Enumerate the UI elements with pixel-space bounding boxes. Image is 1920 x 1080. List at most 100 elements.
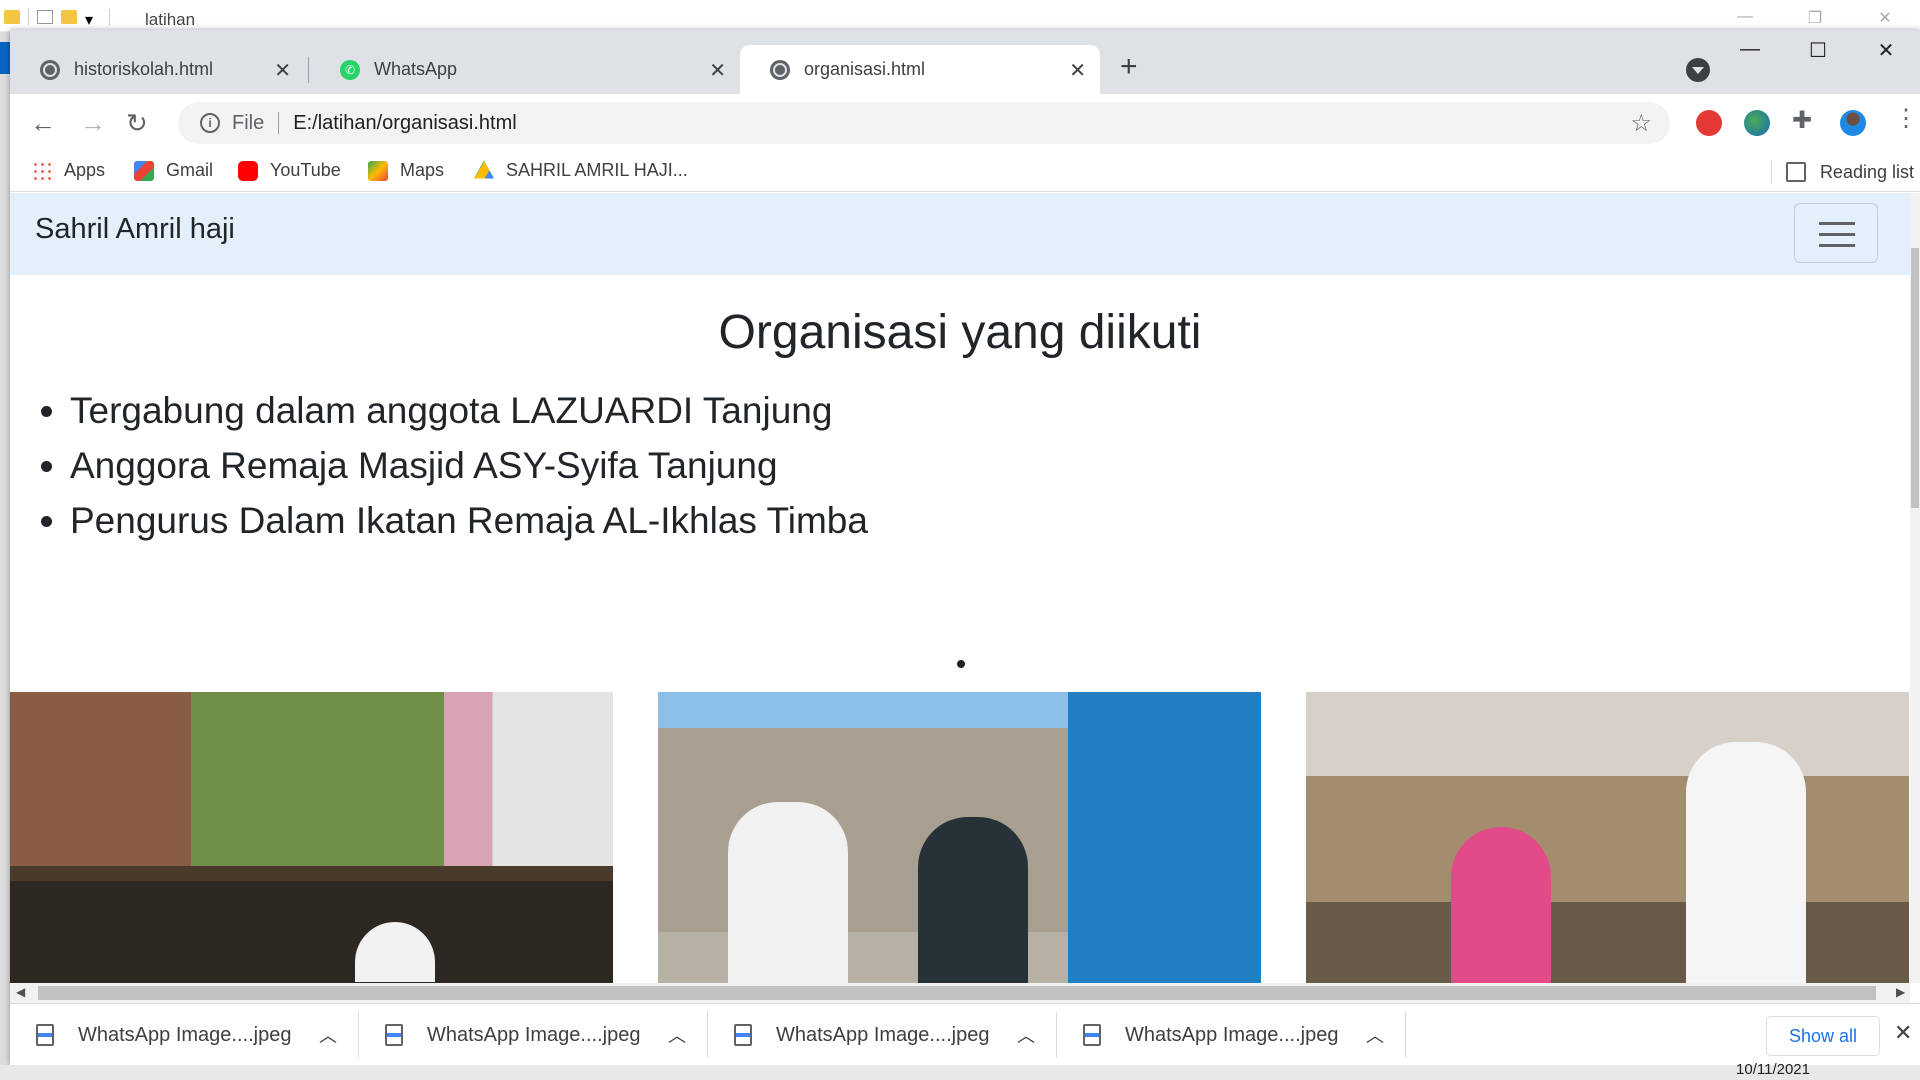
download-item[interactable]: WhatsApp Image....jpeg ︿	[708, 1004, 1057, 1066]
explorer-left-edge	[0, 32, 10, 1080]
adblock-extension-icon[interactable]	[1696, 110, 1722, 136]
apps-grid-icon	[32, 160, 52, 181]
image-file-icon	[385, 1024, 403, 1046]
maximize-button[interactable]: ☐	[1784, 38, 1852, 63]
reading-list-button[interactable]: Reading list	[1770, 160, 1914, 184]
close-icon[interactable]: ✕	[1894, 1020, 1912, 1046]
bookmark-label: Gmail	[166, 160, 214, 180]
chevron-up-icon[interactable]: ︿	[319, 1022, 337, 1048]
download-filename: WhatsApp Image....jpeg	[1125, 1023, 1339, 1046]
globe-icon	[770, 59, 790, 80]
explorer-titlebar: ▾ latihan — ❐ ✕	[0, 0, 1920, 32]
close-tab-icon[interactable]: ✕	[274, 58, 291, 83]
chevron-up-icon[interactable]: ︿	[1366, 1022, 1384, 1048]
horizontal-scrollbar[interactable]: ◀ ▶	[10, 983, 1910, 1003]
carousel-photo-1	[10, 692, 613, 983]
tab-title: WhatsApp	[374, 59, 458, 79]
list-item: Pengurus Dalam Ikatan Remaja AL-Ikhlas T…	[70, 493, 868, 548]
site-info-icon[interactable]: i	[200, 113, 220, 133]
download-item[interactable]: WhatsApp Image....jpeg ︿	[1057, 1004, 1406, 1066]
reading-list-icon	[1785, 162, 1806, 182]
youtube-icon	[238, 160, 258, 181]
page-heading: Organisasi yang diikuti	[718, 306, 1202, 359]
new-tab-button[interactable]: +	[1120, 50, 1138, 84]
bookmark-label: SAHRIL AMRIL HAJI...	[506, 160, 688, 180]
close-window-button[interactable]: ✕	[1852, 38, 1920, 63]
bookmark-maps[interactable]: Maps	[368, 160, 444, 181]
folder-icon[interactable]	[4, 10, 20, 24]
minimize-button[interactable]: —	[1716, 38, 1784, 63]
earth-extension-icon[interactable]	[1744, 110, 1770, 136]
back-arrow-icon[interactable]: ←	[30, 108, 56, 139]
profile-avatar[interactable]	[1840, 110, 1866, 136]
close-icon[interactable]: ✕	[1850, 8, 1920, 28]
address-bar[interactable]: i File E:/latihan/organisasi.html ☆	[178, 102, 1670, 144]
bookmark-star-icon[interactable]: ☆	[1630, 109, 1652, 138]
chevron-up-icon[interactable]: ︿	[668, 1022, 686, 1048]
tab-divider	[308, 57, 309, 83]
globe-icon	[40, 59, 60, 80]
chevron-up-icon[interactable]: ︿	[1017, 1022, 1035, 1048]
kebab-menu-icon[interactable]: ⋮	[1894, 104, 1920, 132]
reload-icon[interactable]: ↻	[126, 108, 148, 139]
download-item[interactable]: WhatsApp Image....jpeg ︿	[359, 1004, 708, 1066]
download-item[interactable]: WhatsApp Image....jpeg ︿	[10, 1004, 359, 1066]
bookmarks-bar: Apps Gmail YouTube Maps SAHRIL AMRIL HAJ…	[10, 154, 1920, 192]
google-drive-icon	[474, 160, 494, 179]
new-folder-icon[interactable]	[61, 10, 77, 24]
taskbar: 10/11/2021	[0, 1061, 1920, 1080]
image-file-icon	[1083, 1024, 1101, 1046]
quick-access-toolbar: ▾	[4, 9, 110, 29]
hamburger-icon	[1819, 222, 1855, 225]
hamburger-icon	[1819, 233, 1855, 236]
bookmark-gmail[interactable]: Gmail	[134, 160, 213, 181]
image-file-icon	[734, 1024, 752, 1046]
forward-arrow-icon[interactable]: →	[80, 108, 106, 139]
bookmark-youtube[interactable]: YouTube	[238, 160, 341, 181]
vertical-scrollbar[interactable]	[1910, 193, 1920, 983]
bookmark-label: Maps	[400, 160, 445, 180]
divider	[278, 112, 280, 134]
maps-icon	[368, 160, 388, 181]
list-item: Anggora Remaja Masjid ASY-Syifa Tanjung	[70, 438, 868, 493]
browser-toolbar: ← → ↻ i File E:/latihan/organisasi.html …	[10, 94, 1920, 154]
scrollbar-thumb[interactable]	[1911, 248, 1919, 508]
url-text[interactable]: E:/latihan/organisasi.html	[293, 112, 516, 135]
scrollbar-thumb[interactable]	[38, 986, 1876, 1000]
tab-strip: historiskolah.html ✕ ✆ WhatsApp ✕ organi…	[10, 30, 1920, 94]
tab-whatsapp[interactable]: ✆ WhatsApp ✕	[310, 45, 740, 94]
close-tab-icon[interactable]: ✕	[1069, 58, 1086, 83]
tab-historiskolah[interactable]: historiskolah.html ✕	[10, 45, 305, 94]
page-viewport: Sahril Amril haji Organisasi yang diikut…	[10, 193, 1920, 983]
bookmark-label: Apps	[64, 160, 106, 180]
show-all-button[interactable]: Show all	[1766, 1016, 1880, 1056]
close-tab-icon[interactable]: ✕	[709, 58, 726, 83]
list-item: Tergabung dalam anggota LAZUARDI Tanjung	[70, 383, 868, 438]
bookmark-apps[interactable]: Apps	[32, 160, 105, 181]
explorer-window-controls: — ❐ ✕	[1710, 8, 1920, 28]
tab-organisasi[interactable]: organisasi.html ✕	[740, 45, 1100, 94]
scroll-right-arrow-icon[interactable]: ▶	[1896, 985, 1905, 999]
extensions-puzzle-icon[interactable]: ✚	[1792, 106, 1818, 134]
gmail-icon	[134, 160, 154, 181]
navbar-brand[interactable]: Sahril Amril haji	[35, 213, 235, 246]
tab-title: historiskolah.html	[74, 59, 214, 79]
download-filename: WhatsApp Image....jpeg	[78, 1023, 292, 1046]
bookmark-drive[interactable]: SAHRIL AMRIL HAJI...	[474, 160, 688, 181]
tab-search-icon[interactable]	[1686, 58, 1710, 82]
hamburger-icon	[1819, 244, 1855, 247]
scroll-left-arrow-icon[interactable]: ◀	[16, 985, 25, 999]
whatsapp-icon: ✆	[340, 59, 360, 80]
reading-list-label: Reading list	[1819, 161, 1914, 182]
tab-title: organisasi.html	[804, 59, 926, 79]
navbar-toggler-button[interactable]	[1794, 203, 1878, 263]
download-filename: WhatsApp Image....jpeg	[427, 1023, 641, 1046]
restore-icon[interactable]: ❐	[1780, 8, 1850, 28]
properties-icon[interactable]	[37, 10, 53, 24]
browser-window-controls: — ☐ ✕	[1716, 38, 1920, 63]
carousel-indicator[interactable]	[957, 660, 965, 668]
taskbar-date: 10/11/2021	[1736, 1061, 1810, 1078]
minimize-icon[interactable]: —	[1710, 8, 1780, 28]
customize-dropdown-icon[interactable]: ▾	[85, 10, 101, 29]
browser-window: historiskolah.html ✕ ✆ WhatsApp ✕ organi…	[10, 30, 1920, 1065]
